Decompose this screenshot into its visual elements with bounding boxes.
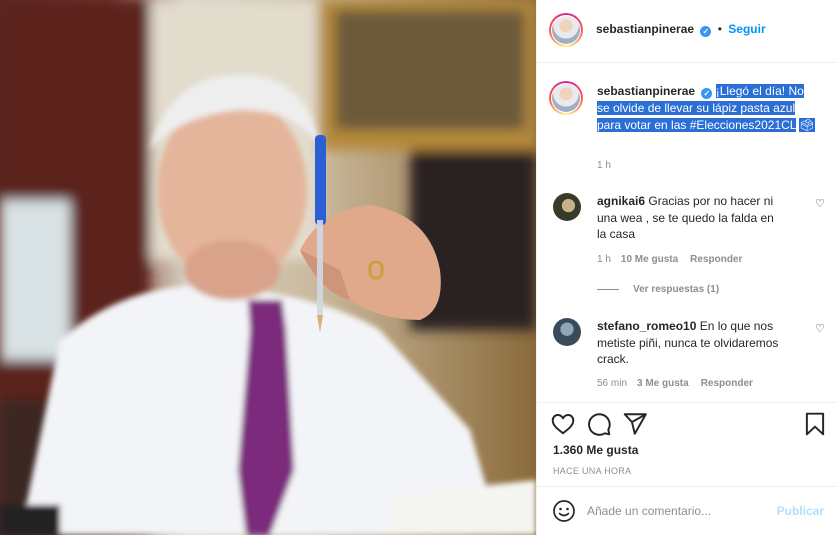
- comment-item: agnikai6 Gracias por no hacer ni una wea…: [553, 193, 825, 273]
- reply-button[interactable]: Responder: [690, 254, 742, 265]
- post-actions: 1.360 Me gusta HACE UNA HORA: [537, 402, 837, 486]
- author-username[interactable]: sebastianpinerae: [596, 22, 694, 36]
- comment-time[interactable]: 1 h: [597, 254, 611, 265]
- verified-badge-icon: ✓: [700, 26, 712, 37]
- reply-button[interactable]: Responder: [701, 378, 753, 389]
- view-replies-label: Ver respuestas (1): [633, 284, 720, 295]
- post-photo-illustration: [0, 0, 536, 535]
- verified-badge-icon: ✓: [701, 88, 713, 99]
- caption-avatar[interactable]: [549, 81, 583, 115]
- caption-time[interactable]: 1 h: [597, 160, 611, 171]
- heart-outline-icon[interactable]: [550, 411, 576, 437]
- comment-meta: 1 h 10 Me gusta Responder: [597, 254, 742, 265]
- view-replies-button[interactable]: Ver respuestas (1): [597, 284, 719, 295]
- comment-time[interactable]: 56 min: [597, 378, 627, 389]
- comment-input[interactable]: [587, 501, 767, 521]
- comment-username[interactable]: agnikai6: [597, 194, 645, 208]
- post-photo[interactable]: [0, 0, 536, 535]
- comment-username[interactable]: stefano_romeo10: [597, 319, 696, 333]
- post-caption: sebastianpinerae ✓ ¡Llegó el día! No se …: [597, 83, 817, 134]
- small-heart-icon[interactable]: ♡: [815, 322, 825, 335]
- add-comment-bar: Publicar: [537, 486, 837, 535]
- replies-divider: [597, 288, 619, 290]
- bookmark-icon[interactable]: [802, 411, 828, 437]
- commenter-avatar[interactable]: [553, 318, 581, 346]
- comment-meta: 56 min 3 Me gusta Responder: [597, 378, 753, 389]
- comments-list[interactable]: sebastianpinerae ✓ ¡Llegó el día! No se …: [537, 63, 837, 402]
- comment-bubble-icon[interactable]: [586, 411, 612, 437]
- comment-likes[interactable]: 10 Me gusta: [621, 254, 678, 265]
- comment-item: stefano_romeo10 En lo que nos metiste pi…: [553, 318, 825, 398]
- post-timestamp[interactable]: HACE UNA HORA: [553, 466, 631, 476]
- publish-button[interactable]: Publicar: [777, 504, 824, 518]
- post-header: sebastianpinerae ✓ • Seguir: [537, 0, 837, 63]
- comment-likes[interactable]: 3 Me gusta: [637, 378, 689, 389]
- ballot-box-icon: 🗳: [799, 118, 815, 132]
- commenter-avatar[interactable]: [553, 193, 581, 221]
- smiley-icon[interactable]: [552, 499, 576, 523]
- small-heart-icon[interactable]: ♡: [815, 197, 825, 210]
- comment-body: agnikai6 Gracias por no hacer ni una wea…: [597, 193, 781, 243]
- separator-dot: •: [717, 22, 722, 36]
- likes-count[interactable]: 1.360 Me gusta: [553, 443, 638, 457]
- author-avatar[interactable]: [549, 13, 583, 47]
- caption-username[interactable]: sebastianpinerae: [597, 84, 695, 98]
- follow-button[interactable]: Seguir: [728, 22, 765, 36]
- comment-body: stefano_romeo10 En lo que nos metiste pi…: [597, 318, 781, 368]
- author-line: sebastianpinerae ✓ • Seguir: [596, 22, 766, 37]
- post-side-panel: sebastianpinerae ✓ • Seguir sebastianpin…: [536, 0, 837, 535]
- paper-plane-icon[interactable]: [622, 411, 648, 437]
